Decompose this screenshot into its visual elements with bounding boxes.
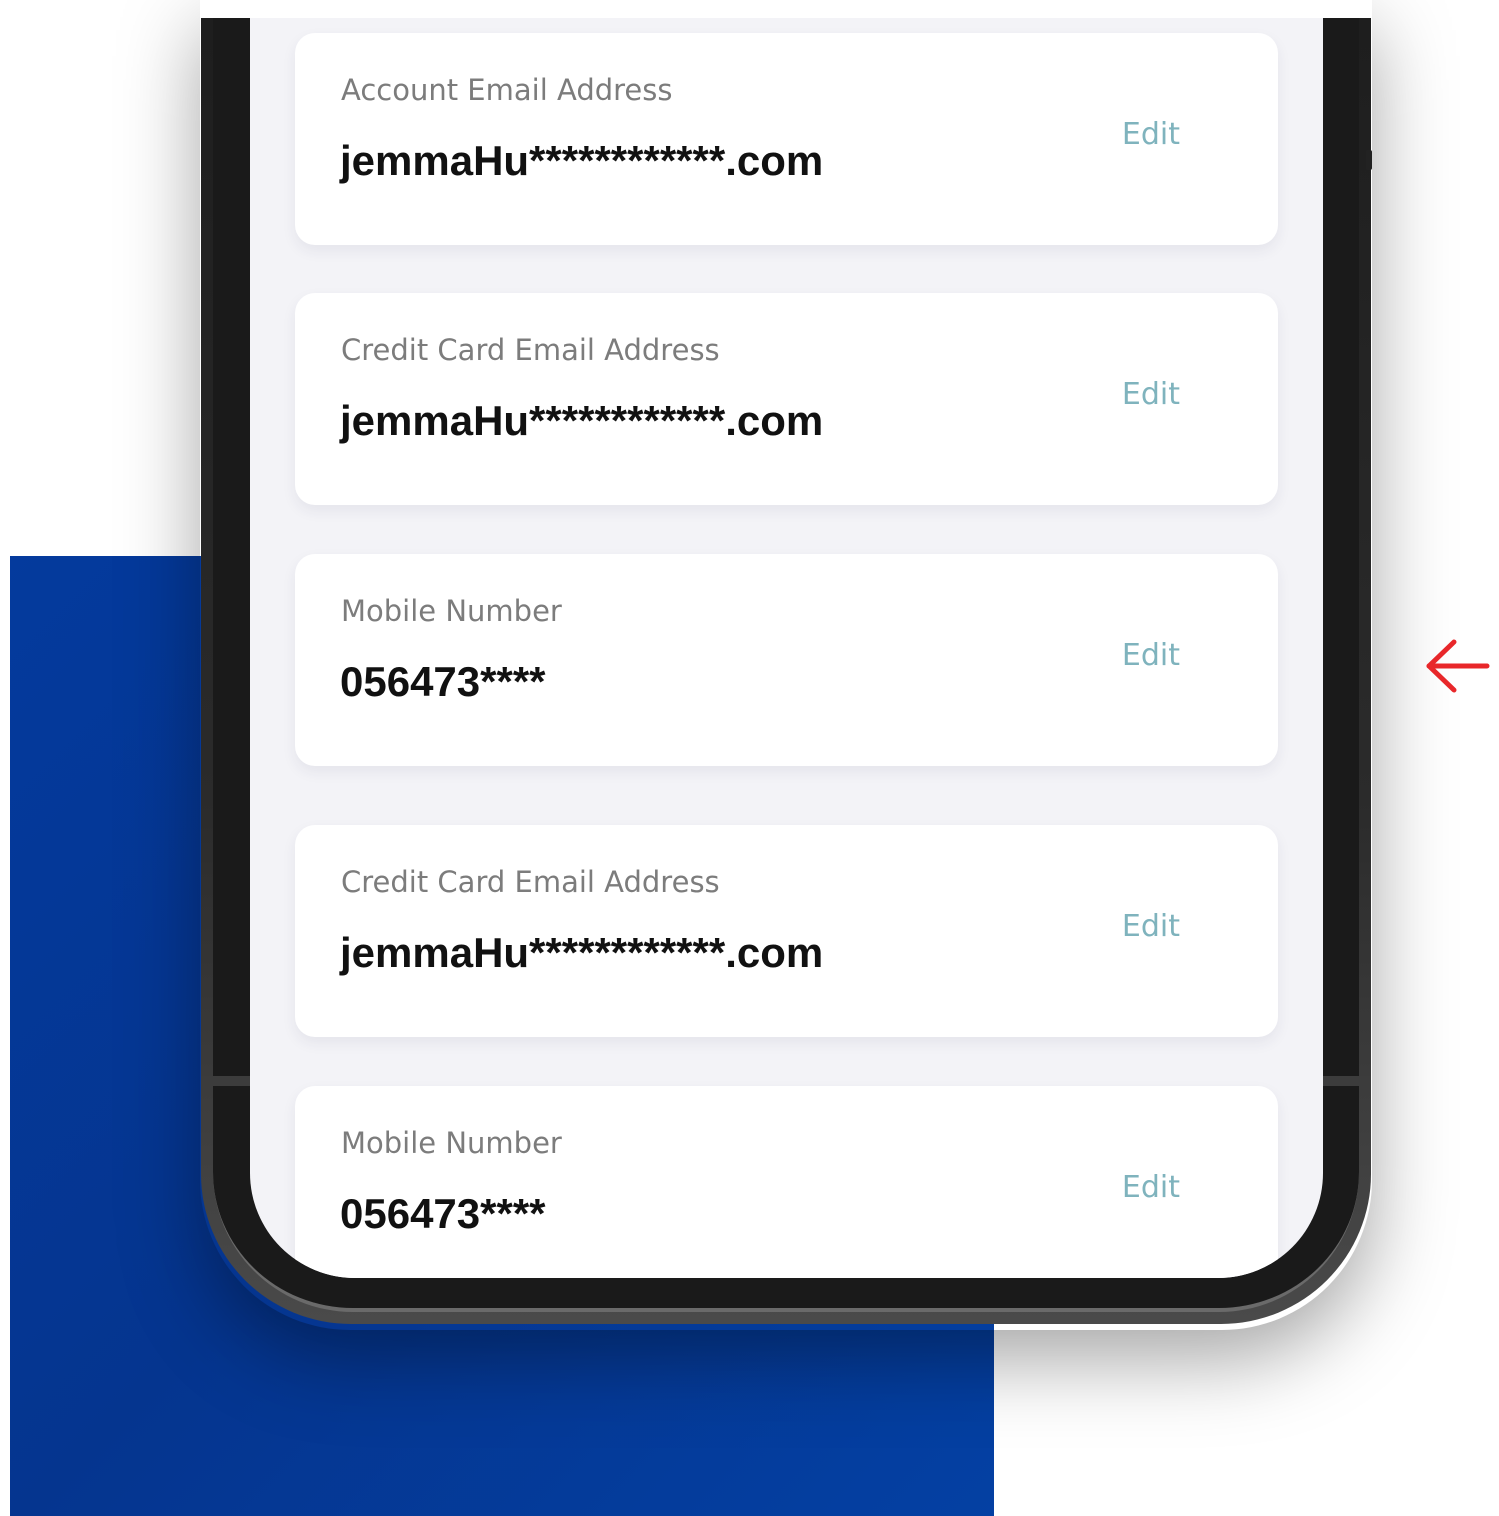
account-email-card: Account Email Address jemmaHu***********… <box>295 33 1278 245</box>
card-value: jemmaHu************.com <box>340 929 824 976</box>
phone-screen: Account Email Address jemmaHu***********… <box>250 18 1323 1278</box>
left-arrow-icon[interactable] <box>1424 636 1490 696</box>
edit-account-email-button[interactable]: Edit <box>1122 117 1180 152</box>
edit-mobile-number-button[interactable]: Edit <box>1122 638 1180 673</box>
card-label: Credit Card Email Address <box>341 865 720 899</box>
mobile-number-card: Mobile Number 056473**** Edit <box>295 554 1278 766</box>
edit-credit-card-email-button[interactable]: Edit <box>1122 909 1180 944</box>
promo-canvas: Account Email Address jemmaHu***********… <box>0 0 1499 1516</box>
mobile-number-card: Mobile Number 056473**** Edit <box>295 1086 1278 1278</box>
card-value: 056473**** <box>340 1190 546 1237</box>
edit-mobile-number-button[interactable]: Edit <box>1122 1170 1180 1205</box>
credit-card-email-card: Credit Card Email Address jemmaHu*******… <box>295 825 1278 1037</box>
card-label: Account Email Address <box>341 73 673 107</box>
card-value: jemmaHu************.com <box>340 137 824 184</box>
phone-side-button <box>1366 150 1372 170</box>
card-label: Credit Card Email Address <box>341 333 720 367</box>
card-label: Mobile Number <box>341 1126 562 1160</box>
card-label: Mobile Number <box>341 594 562 628</box>
credit-card-email-card: Credit Card Email Address jemmaHu*******… <box>295 293 1278 505</box>
card-value: 056473**** <box>340 658 546 705</box>
card-value: jemmaHu************.com <box>340 397 824 444</box>
edit-credit-card-email-button[interactable]: Edit <box>1122 377 1180 412</box>
